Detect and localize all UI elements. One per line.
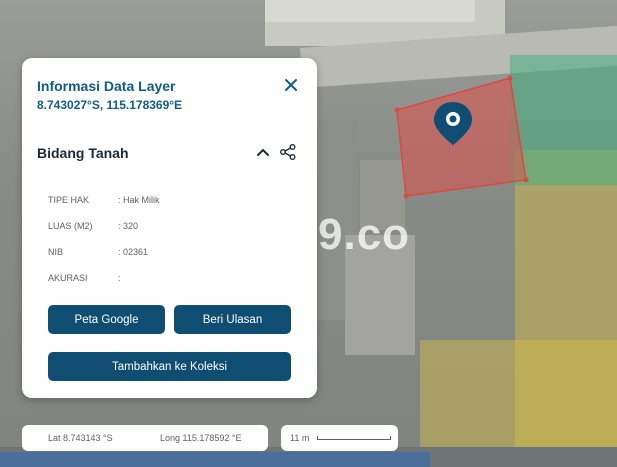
attribute-row: LUAS (M2) : 320 [48,221,138,231]
attribute-key: NIB [48,247,64,257]
attribute-key: AKURASI [48,273,88,283]
info-panel: Informasi Data Layer 8.743027°S, 115.178… [22,58,317,398]
review-button[interactable]: Beri Ulasan [174,305,291,334]
add-to-collection-button[interactable]: Tambahkan ke Koleksi [48,352,291,381]
attribute-row: NIB : 02361 [48,247,148,257]
share-icon[interactable] [279,143,297,161]
google-maps-button[interactable]: Peta Google [48,305,165,334]
attribute-value: : 02361 [118,247,149,257]
panel-coordinates: 8.743027°S, 115.178369°E [37,98,183,112]
attribute-key: LUAS (M2) [48,221,93,231]
scale-bar: 11 m [281,425,398,451]
close-icon[interactable] [282,76,300,94]
chevron-up-icon[interactable] [255,144,271,160]
attribute-row: TIPE HAK : Hak Milik [48,195,160,205]
scale-label: 11 m [290,433,310,443]
attribute-row: AKURASI : [48,273,121,283]
scale-line [317,436,391,440]
attribute-value: : 320 [118,221,139,231]
latitude-text: Lat 8.743143 °S [48,433,113,443]
longitude-text: Long 115.178592 °E [160,433,242,443]
attribute-key: TIPE HAK [48,195,90,205]
panel-title: Informasi Data Layer [37,78,176,94]
attribute-value: : Hak Milik [118,195,160,205]
location-pin-icon[interactable] [433,100,473,146]
section-title: Bidang Tanah [37,145,129,161]
attribute-value: : [118,273,121,283]
coordinate-readout: Lat 8.743143 °S Long 115.178592 °E [22,425,268,451]
